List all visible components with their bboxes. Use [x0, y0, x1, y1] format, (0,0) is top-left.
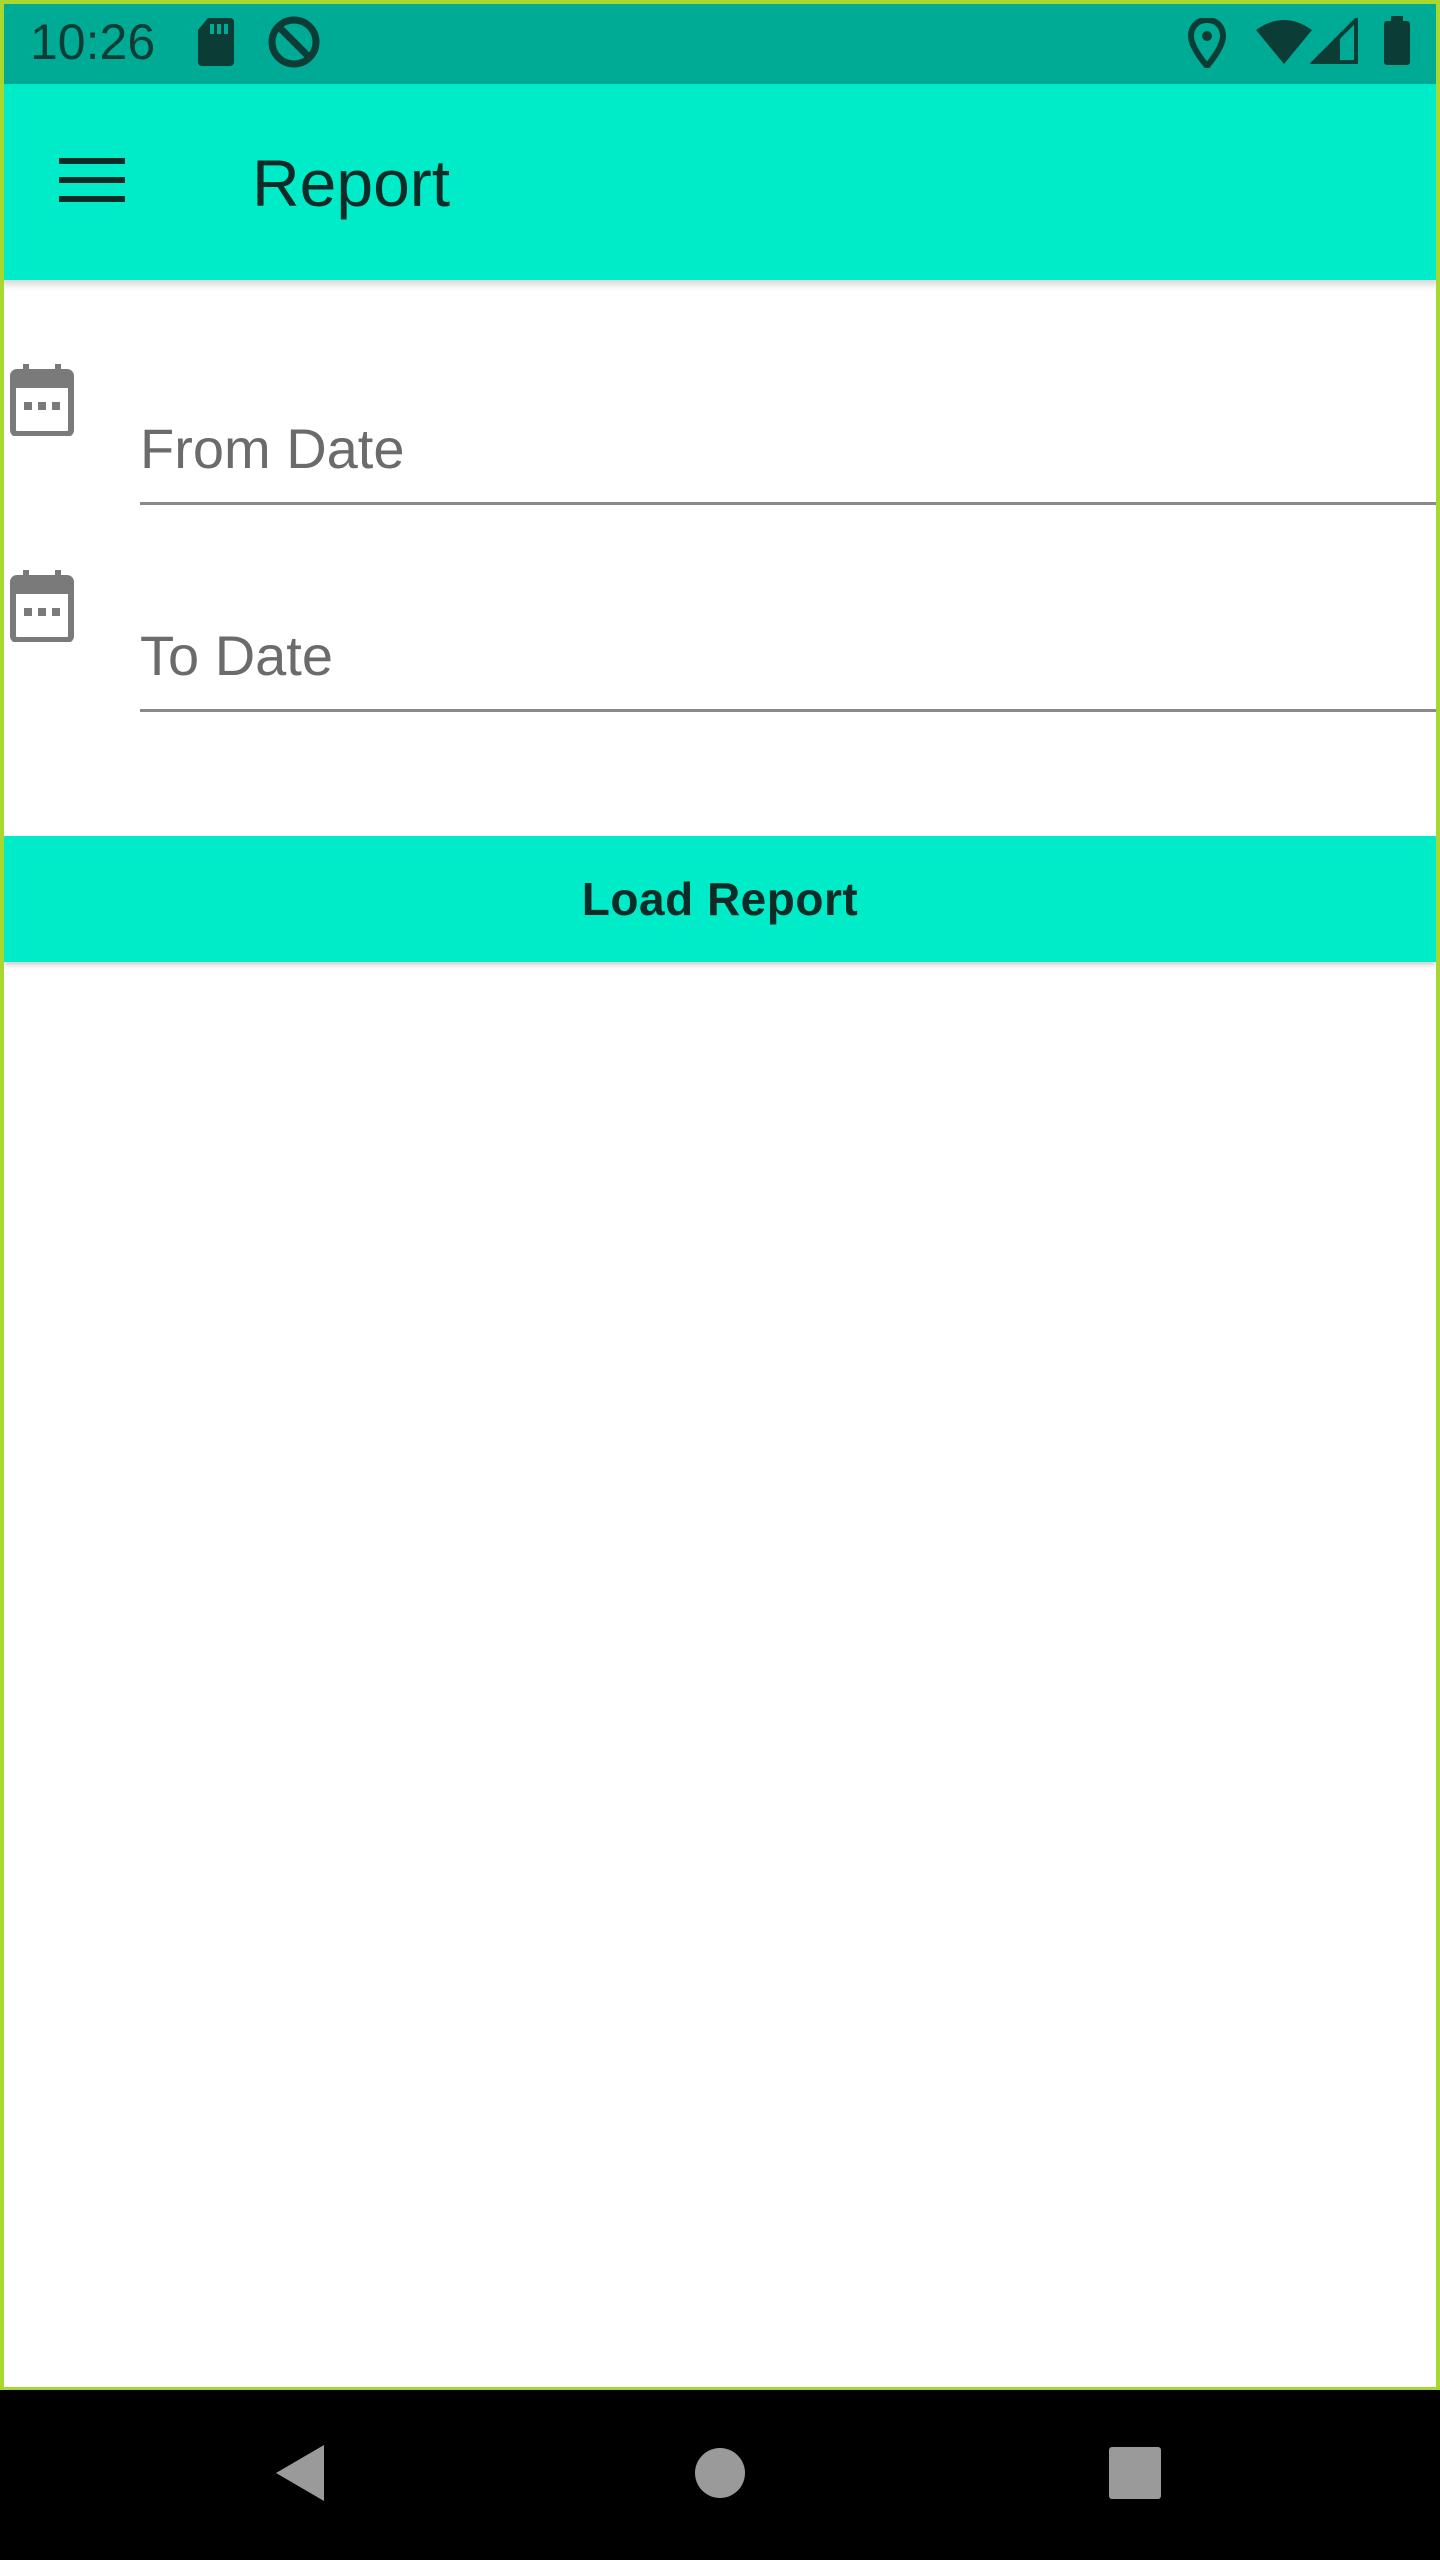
- hamburger-menu-icon: [59, 156, 125, 209]
- from-date-field: [0, 300, 1440, 506]
- page-title: Report: [252, 146, 451, 220]
- load-report-button[interactable]: Load Report: [4, 836, 1436, 962]
- from-date-input[interactable]: [140, 395, 1440, 505]
- sd-card-icon: [196, 16, 236, 73]
- home-button[interactable]: [675, 2430, 765, 2520]
- menu-button[interactable]: [44, 134, 140, 230]
- signal-icon: [1309, 15, 1358, 69]
- battery-icon: [1382, 16, 1412, 71]
- data-saver-icon: [266, 14, 322, 75]
- wifi-icon: [1256, 20, 1312, 69]
- calendar-icon[interactable]: [10, 570, 74, 643]
- recents-button[interactable]: [1090, 2430, 1180, 2520]
- location-icon: [1187, 16, 1227, 73]
- status-bar: 10:26: [0, 0, 1440, 84]
- calendar-icon[interactable]: [10, 364, 74, 437]
- home-icon: [692, 2445, 748, 2506]
- screen: 10:26 Report From Date To Date Load Repo…: [0, 0, 1440, 2560]
- recents-icon: [1107, 2445, 1163, 2506]
- app-bar: Report: [0, 84, 1440, 280]
- status-time: 10:26: [30, 14, 156, 70]
- back-button[interactable]: [255, 2430, 345, 2520]
- back-icon: [270, 2441, 330, 2510]
- to-date-field: [0, 506, 1440, 712]
- to-date-input[interactable]: [140, 602, 1440, 712]
